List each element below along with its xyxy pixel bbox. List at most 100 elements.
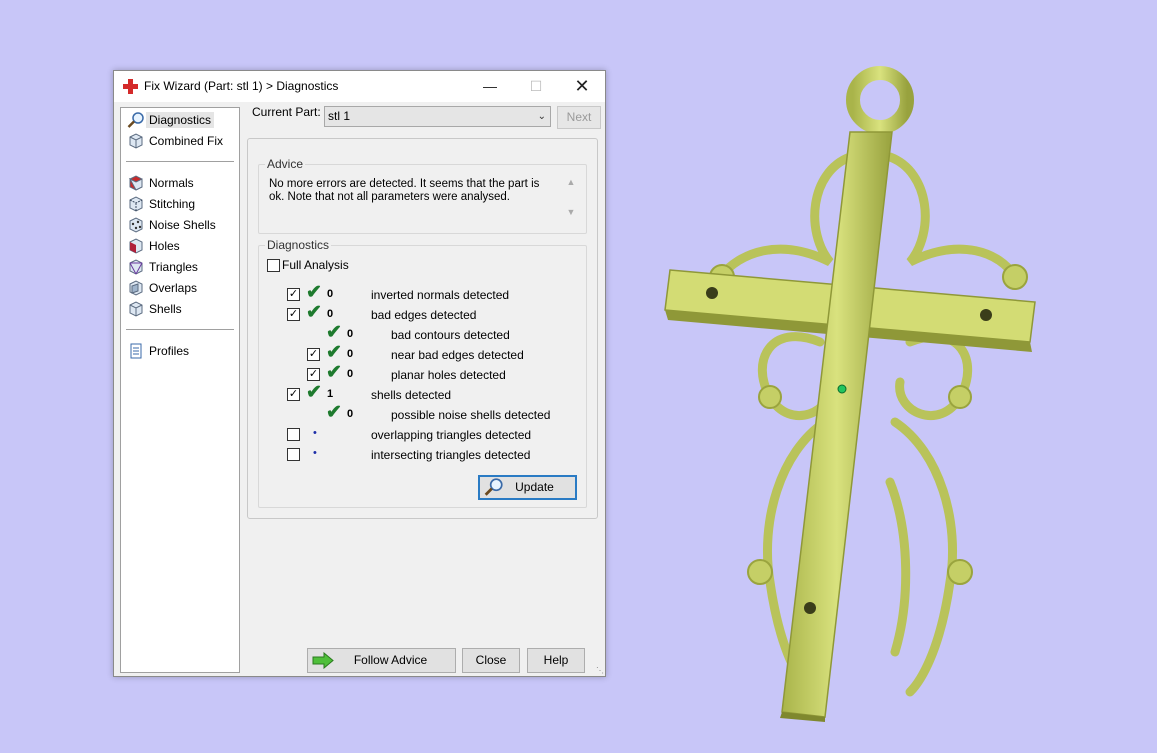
- advice-text: No more errors are detected. It seems th…: [269, 178, 540, 203]
- update-label: Update: [515, 480, 554, 494]
- normals-cube-icon: [128, 175, 143, 191]
- help-button[interactable]: Help: [527, 648, 585, 673]
- row-count: 1: [327, 388, 334, 400]
- wizard-sidebar: Diagnostics Combined Fix Normals Stitchi…: [120, 107, 240, 673]
- magnifier-icon: [127, 112, 144, 128]
- beam-hole: [980, 309, 992, 321]
- triangles-cube-icon: [129, 259, 143, 275]
- overlaps-cube-icon: [129, 280, 143, 296]
- update-button[interactable]: Update: [478, 475, 577, 500]
- holes-cube-icon: [129, 238, 143, 254]
- sidebar-item-overlaps[interactable]: Overlaps: [125, 278, 235, 298]
- row-count: 0: [327, 308, 334, 320]
- title-bar[interactable]: Fix Wizard (Part: stl 1) > Diagnostics —…: [114, 71, 605, 102]
- row-checkbox-planar-holes[interactable]: ✓: [307, 368, 320, 381]
- row-checkbox-overlapping-triangles[interactable]: [287, 428, 300, 441]
- ok-check-icon: ✔: [326, 402, 342, 423]
- current-part-select[interactable]: stl 1 ⌄: [324, 106, 551, 127]
- row-checkbox-intersecting-triangles[interactable]: [287, 448, 300, 461]
- sidebar-item-holes[interactable]: Holes: [125, 236, 235, 256]
- magnifier-icon: [484, 478, 503, 496]
- row-count: 0: [327, 288, 334, 300]
- next-button[interactable]: Next: [557, 106, 601, 129]
- close-window-button[interactable]: ✕: [559, 71, 605, 102]
- sidebar-item-label: Overlaps: [149, 281, 198, 295]
- sidebar-divider: [126, 329, 234, 330]
- noise-shells-icon: [129, 217, 143, 233]
- full-analysis-checkbox[interactable]: [267, 259, 280, 272]
- row-checkbox-bad-edges[interactable]: ✓: [287, 308, 300, 321]
- arrow-right-icon: [312, 652, 334, 669]
- sidebar-item-stitching[interactable]: Stitching: [125, 194, 235, 214]
- maximize-button[interactable]: ☐: [513, 71, 559, 102]
- sidebar-item-label: Profiles: [149, 344, 190, 358]
- sidebar-item-label: Shells: [149, 302, 182, 316]
- document-icon: [130, 343, 142, 359]
- ok-check-icon: ✔: [326, 322, 342, 343]
- ok-check-icon: ✔: [306, 302, 322, 323]
- ok-check-icon: ✔: [306, 382, 322, 403]
- current-part-value: stl 1: [328, 109, 351, 123]
- minimize-button[interactable]: —: [467, 71, 513, 102]
- sidebar-item-shells[interactable]: Shells: [125, 299, 235, 319]
- sidebar-item-diagnostics[interactable]: Diagnostics: [125, 110, 235, 130]
- row-checkbox-shells[interactable]: ✓: [287, 388, 300, 401]
- ok-check-icon: ✔: [306, 282, 322, 303]
- sidebar-item-profiles[interactable]: Profiles: [125, 341, 235, 361]
- sidebar-item-triangles[interactable]: Triangles: [125, 257, 235, 277]
- sidebar-item-label: Normals: [149, 176, 194, 190]
- pendant-loop: [846, 66, 914, 134]
- follow-advice-button[interactable]: Follow Advice: [307, 648, 456, 673]
- ok-check-icon: ✔: [326, 362, 342, 383]
- close-button[interactable]: Close: [462, 648, 520, 673]
- row-count: 0: [347, 368, 354, 380]
- sidebar-item-label: Combined Fix: [149, 134, 224, 148]
- cube-icon: [129, 133, 143, 149]
- cross-3d-model: [664, 66, 1036, 722]
- row-label: inverted normals detected: [371, 288, 510, 302]
- diagnostics-title: Diagnostics: [265, 238, 332, 252]
- advice-title: Advice: [265, 157, 306, 171]
- row-count: 0: [347, 328, 354, 340]
- row-label: shells detected: [371, 388, 452, 402]
- sidebar-item-combined-fix[interactable]: Combined Fix: [125, 131, 235, 151]
- row-label: planar holes detected: [391, 368, 506, 382]
- sidebar-item-label: Triangles: [149, 260, 198, 274]
- row-count: 0: [347, 408, 354, 420]
- advice-group: Advice No more errors are detected. It s…: [258, 157, 587, 234]
- advice-scrollbar[interactable]: ▲ ▼: [564, 177, 578, 223]
- chevron-down-icon: ⌄: [537, 111, 546, 122]
- pending-dot-icon: •: [313, 427, 317, 439]
- row-label: intersecting triangles detected: [371, 448, 531, 462]
- cross-vertical-beam: [781, 131, 893, 718]
- row-count: 0: [347, 348, 354, 360]
- follow-advice-label: Follow Advice: [353, 653, 428, 667]
- beam-hole: [706, 287, 718, 299]
- row-label: near bad edges detected: [391, 348, 524, 362]
- sidebar-item-noise-shells[interactable]: Noise Shells: [125, 215, 235, 235]
- sidebar-item-normals[interactable]: Normals: [125, 173, 235, 193]
- sidebar-item-label: Stitching: [149, 197, 196, 211]
- red-cross-icon: [123, 79, 138, 94]
- shells-cube-icon: [129, 301, 143, 317]
- ok-check-icon: ✔: [326, 342, 342, 363]
- pivot-point-marker[interactable]: [837, 384, 847, 394]
- stitching-cube-icon: [129, 196, 143, 212]
- row-label: overlapping triangles detected: [371, 428, 532, 442]
- current-part-label: Current Part:: [252, 105, 321, 119]
- row-checkbox-inverted-normals[interactable]: ✓: [287, 288, 300, 301]
- pending-dot-icon: •: [313, 447, 317, 459]
- row-label: possible noise shells detected: [391, 408, 551, 422]
- beam-hole: [804, 602, 816, 614]
- sidebar-item-label: Holes: [149, 239, 180, 253]
- sidebar-divider: [126, 161, 234, 162]
- row-checkbox-near-bad-edges[interactable]: ✓: [307, 348, 320, 361]
- fix-wizard-window: Fix Wizard (Part: stl 1) > Diagnostics —…: [113, 70, 606, 677]
- row-label: bad contours detected: [391, 328, 510, 342]
- row-label: bad edges detected: [371, 308, 477, 322]
- sidebar-item-label: Diagnostics: [146, 112, 215, 128]
- sidebar-item-label: Noise Shells: [149, 218, 216, 232]
- window-title: Fix Wizard (Part: stl 1) > Diagnostics: [144, 79, 339, 93]
- resize-grip-icon[interactable]: ⋱: [596, 666, 604, 675]
- full-analysis-label: Full Analysis: [282, 258, 349, 272]
